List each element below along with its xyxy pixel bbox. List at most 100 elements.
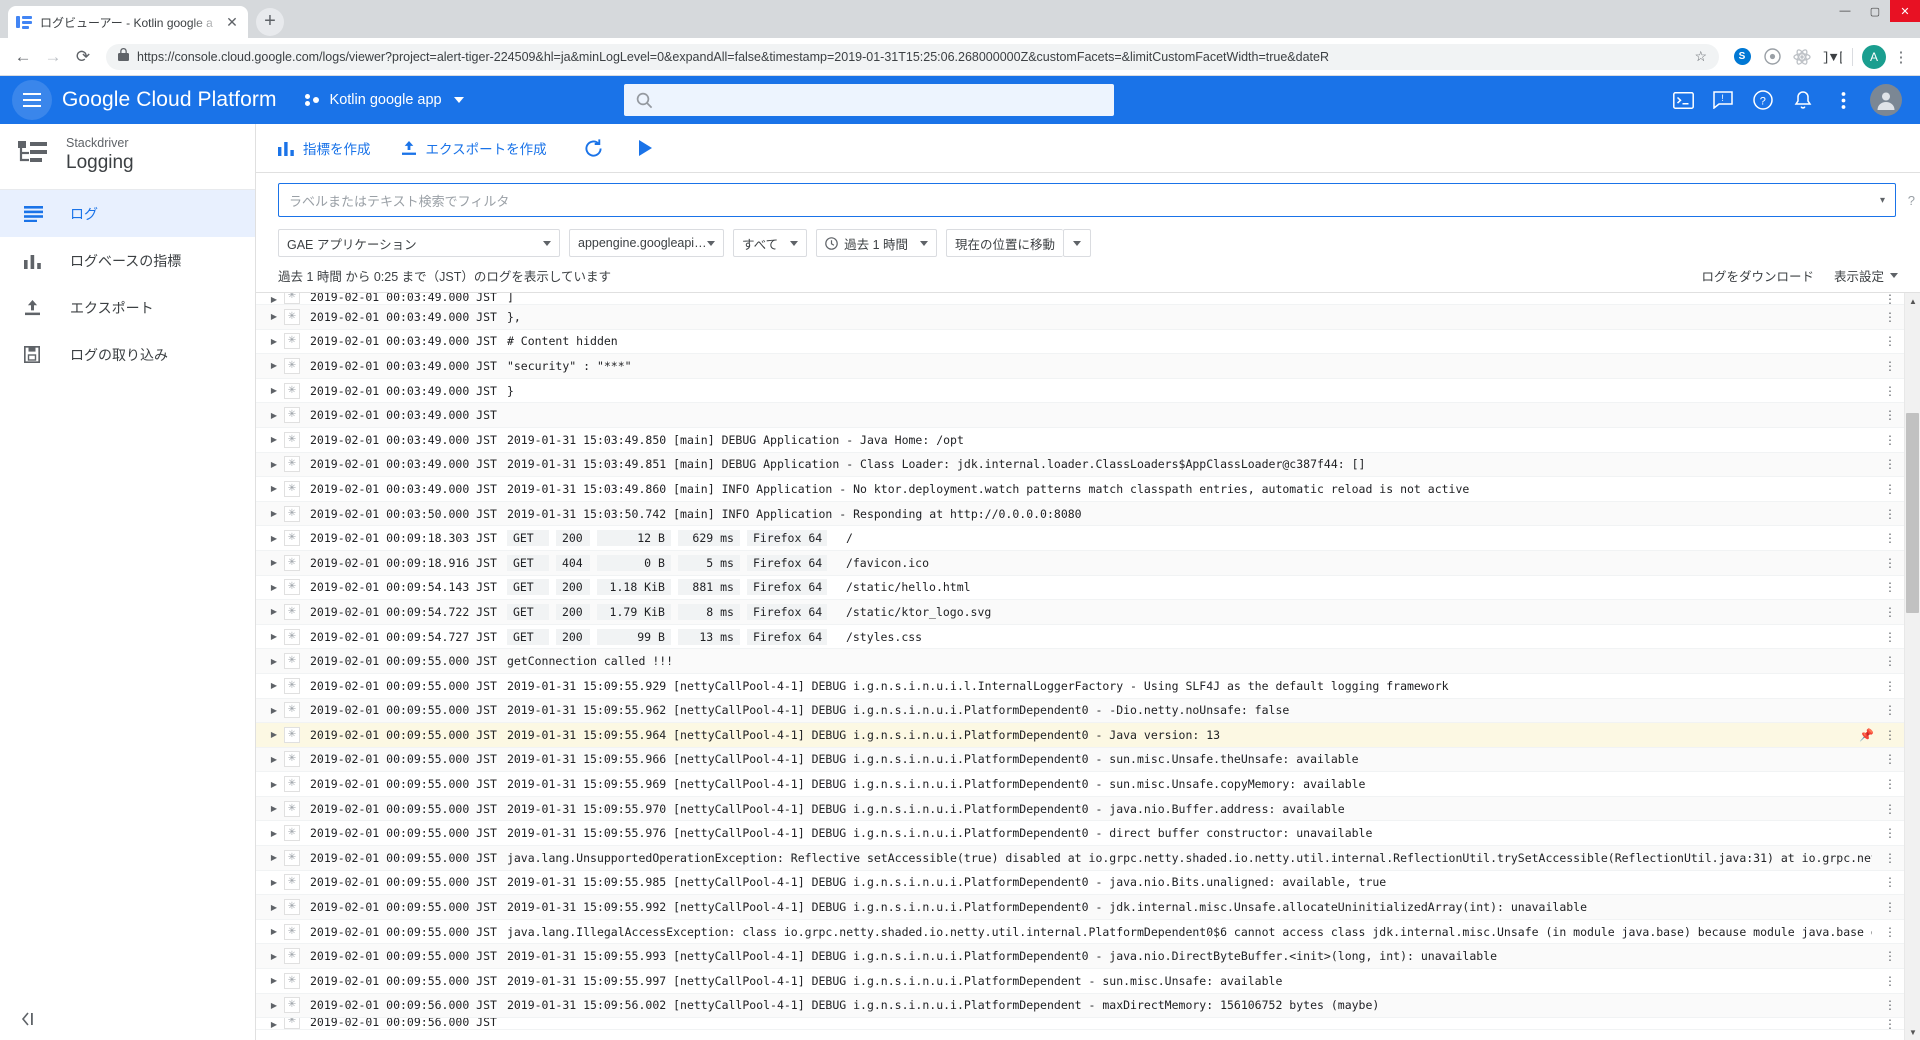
expand-row-arrow-icon[interactable]: ▶: [264, 632, 284, 641]
extension-bracket-icon[interactable]: ]▼[: [1819, 44, 1845, 70]
notifications-bell-icon[interactable]: [1790, 87, 1816, 113]
expand-row-arrow-icon[interactable]: ▶: [264, 903, 284, 912]
row-menu-icon[interactable]: ⋮: [1882, 434, 1898, 446]
row-menu-icon[interactable]: ⋮: [1882, 655, 1898, 667]
row-menu-icon[interactable]: ⋮: [1882, 483, 1898, 495]
expand-row-arrow-icon[interactable]: ▶: [264, 337, 284, 346]
filter-input[interactable]: ラベルまたはテキスト検索でフィルタ ▾ ?: [278, 183, 1915, 217]
expand-row-arrow-icon[interactable]: ▶: [264, 952, 284, 961]
window-maximize-button[interactable]: ▢: [1860, 0, 1890, 22]
log-row[interactable]: ▶ ✳ 2019-02-01 00:09:55.000 JST 2019-01-31 …: [256, 723, 1904, 748]
row-menu-icon[interactable]: ⋮: [1882, 778, 1898, 790]
log-row[interactable]: ▶ ✳ 2019-02-01 00:03:49.000 JST ⋮: [256, 403, 1904, 428]
expand-row-arrow-icon[interactable]: ▶: [264, 780, 284, 789]
log-row[interactable]: ▶ ✳ 2019-02-01 00:09:55.000 JST 2019-01-31 …: [256, 772, 1904, 797]
expand-row-arrow-icon[interactable]: ▶: [264, 361, 284, 370]
window-minimize-button[interactable]: —: [1830, 0, 1860, 22]
scrollbar-thumb[interactable]: [1906, 413, 1919, 613]
row-menu-icon[interactable]: ⋮: [1882, 999, 1898, 1011]
log-row[interactable]: ▶ ✳ 2019-02-01 00:03:49.000 JST "security" …: [256, 354, 1904, 379]
log-row[interactable]: ▶ ✳ 2019-02-01 00:09:54.722 JST GET 200 1.79 …: [256, 600, 1904, 625]
product-title[interactable]: Google Cloud Platform: [62, 88, 277, 112]
project-selector[interactable]: Kotlin google app: [304, 92, 464, 108]
log-row[interactable]: ▶ ✳ 2019-02-01 00:03:50.000 JST 2019-01-31 …: [256, 501, 1904, 527]
log-row[interactable]: ▶ ✳ 2019-02-01 00:03:49.000 JST}, ⋮: [256, 305, 1904, 330]
expand-row-arrow-icon[interactable]: ▶: [264, 460, 284, 469]
log-row[interactable]: ▶ ✳ 2019-02-01 00:09:18.303 JST GET 200 12 B 6…: [256, 526, 1904, 551]
row-menu-icon[interactable]: ⋮: [1882, 385, 1898, 397]
log-name-selector[interactable]: appengine.googleapis....: [569, 229, 724, 257]
row-menu-icon[interactable]: ⋮: [1882, 680, 1898, 692]
row-menu-icon[interactable]: ⋮: [1882, 409, 1898, 421]
row-menu-icon[interactable]: ⋮: [1882, 335, 1898, 347]
expand-row-arrow-icon[interactable]: ▶: [264, 730, 284, 739]
log-row[interactable]: ▶ ✳ 2019-02-01 00:09:55.000 JST 2019-01-31 …: [256, 747, 1904, 773]
scroll-up-arrow-icon[interactable]: ▲: [1905, 293, 1920, 309]
expand-row-arrow-icon[interactable]: ▶: [264, 853, 284, 862]
log-row[interactable]: ▶ ✳ 2019-02-01 00:09:55.000 JST 2019-01-31 …: [256, 673, 1904, 699]
help-icon[interactable]: ?: [1750, 87, 1776, 113]
row-menu-icon[interactable]: ⋮: [1882, 311, 1898, 323]
log-row[interactable]: ▶ ✳ 2019-02-01 00:03:49.000 JST # Content h…: [256, 329, 1904, 355]
create-metric-button[interactable]: 指標を作成: [278, 138, 371, 158]
jump-to-dropdown-button[interactable]: [1063, 229, 1092, 257]
row-menu-icon[interactable]: ⋮: [1882, 975, 1898, 987]
log-row[interactable]: ▶ ✳ 2019-02-01 00:09:55.000 JST 2019-01-31 …: [256, 895, 1904, 920]
user-avatar[interactable]: [1870, 84, 1902, 116]
forward-button[interactable]: →: [38, 42, 68, 72]
play-streaming-button[interactable]: [629, 131, 663, 165]
view-options-button[interactable]: 表示設定: [1834, 266, 1884, 285]
expand-row-arrow-icon[interactable]: ▶: [264, 484, 284, 493]
row-menu-icon[interactable]: ⋮: [1882, 293, 1898, 304]
log-row[interactable]: ▶ ✳ 2019-02-01 00:09:54.727 JST GET 200 99 B 1…: [256, 624, 1904, 650]
log-table[interactable]: ▶ ✳ 2019-02-01 00:03:49.000 JST] ⋮ ▶ ✳ 2019-02…: [256, 293, 1904, 1040]
expand-row-arrow-icon[interactable]: ▶: [264, 411, 284, 420]
cloud-shell-icon[interactable]: [1670, 87, 1696, 113]
expand-row-arrow-icon[interactable]: ▶: [264, 435, 284, 444]
expand-row-arrow-icon[interactable]: ▶: [264, 706, 284, 715]
scroll-down-arrow-icon[interactable]: ▼: [1905, 1024, 1920, 1040]
log-row[interactable]: ▶ ✳ 2019-02-01 00:09:55.000 JST 2019-01-31 …: [256, 944, 1904, 970]
log-row[interactable]: ▶ ✳ 2019-02-01 00:09:56.000 JST 2019-01-31 …: [256, 993, 1904, 1019]
jump-to-now-button[interactable]: 現在の位置に移動: [946, 229, 1064, 257]
back-button[interactable]: ←: [8, 42, 38, 72]
expand-row-arrow-icon[interactable]: ▶: [264, 583, 284, 592]
bookmark-star-icon[interactable]: ☆: [1694, 48, 1707, 65]
log-row[interactable]: ▶ ✳ 2019-02-01 00:03:49.000 JST} ⋮: [256, 378, 1904, 404]
log-row[interactable]: ▶ ✳ 2019-02-01 00:03:49.000 JST 2019-01-31 …: [256, 452, 1904, 478]
row-menu-icon[interactable]: ⋮: [1882, 876, 1898, 888]
resource-selector[interactable]: GAE アプリケーション: [278, 229, 560, 257]
row-menu-icon[interactable]: ⋮: [1882, 606, 1898, 618]
log-row[interactable]: ▶ ✳ 2019-02-01 00:09:18.916 JST GET 404 0 B 5 …: [256, 550, 1904, 576]
row-menu-icon[interactable]: ⋮: [1882, 631, 1898, 643]
address-bar[interactable]: https://console.cloud.google.com/logs/vi…: [106, 43, 1719, 70]
row-menu-icon[interactable]: ⋮: [1882, 950, 1898, 962]
row-menu-icon[interactable]: ⋮: [1882, 557, 1898, 569]
row-menu-icon[interactable]: ⋮: [1882, 360, 1898, 372]
log-row[interactable]: ▶ ✳ 2019-02-01 00:09:55.000 JST getConnecti…: [256, 649, 1904, 674]
reload-button[interactable]: ⟳: [68, 42, 98, 72]
chevron-down-icon[interactable]: ▾: [1880, 195, 1885, 206]
sidebar-collapse-button[interactable]: [16, 1006, 42, 1032]
log-row[interactable]: ▶ ✳ 2019-02-01 00:03:49.000 JST 2019-01-31 …: [256, 427, 1904, 453]
expand-row-arrow-icon[interactable]: ▶: [264, 1001, 284, 1010]
row-menu-icon[interactable]: ⋮: [1882, 803, 1898, 815]
download-logs-button[interactable]: ログをダウンロード: [1701, 266, 1814, 285]
expand-row-arrow-icon[interactable]: ▶: [264, 1020, 284, 1029]
expand-row-arrow-icon[interactable]: ▶: [264, 927, 284, 936]
row-menu-icon[interactable]: ⋮: [1882, 753, 1898, 765]
create-export-button[interactable]: エクスポートを作成: [401, 138, 547, 158]
log-row[interactable]: ▶ ✳ 2019-02-01 00:09:55.000 JST java.lang.U…: [256, 846, 1904, 871]
expand-row-arrow-icon[interactable]: ▶: [264, 829, 284, 838]
row-menu-icon[interactable]: ⋮: [1882, 827, 1898, 839]
expand-row-arrow-icon[interactable]: ▶: [264, 607, 284, 616]
log-row[interactable]: ▶ ✳ 2019-02-01 00:09:55.000 JST 2019-01-31 …: [256, 821, 1904, 847]
log-row[interactable]: ▶ ✳ 2019-02-01 00:09:55.000 JST 2019-01-31 …: [256, 698, 1904, 724]
expand-row-arrow-icon[interactable]: ▶: [264, 386, 284, 395]
expand-row-arrow-icon[interactable]: ▶: [264, 681, 284, 690]
log-row[interactable]: ▶ ✳ 2019-02-01 00:09:55.000 JST 2019-01-31 …: [256, 870, 1904, 896]
row-menu-icon[interactable]: ⋮: [1882, 852, 1898, 864]
pin-icon[interactable]: 📌: [1859, 728, 1874, 742]
extension-react-icon[interactable]: [1789, 44, 1815, 70]
tab-close-icon[interactable]: ✕: [224, 14, 240, 30]
